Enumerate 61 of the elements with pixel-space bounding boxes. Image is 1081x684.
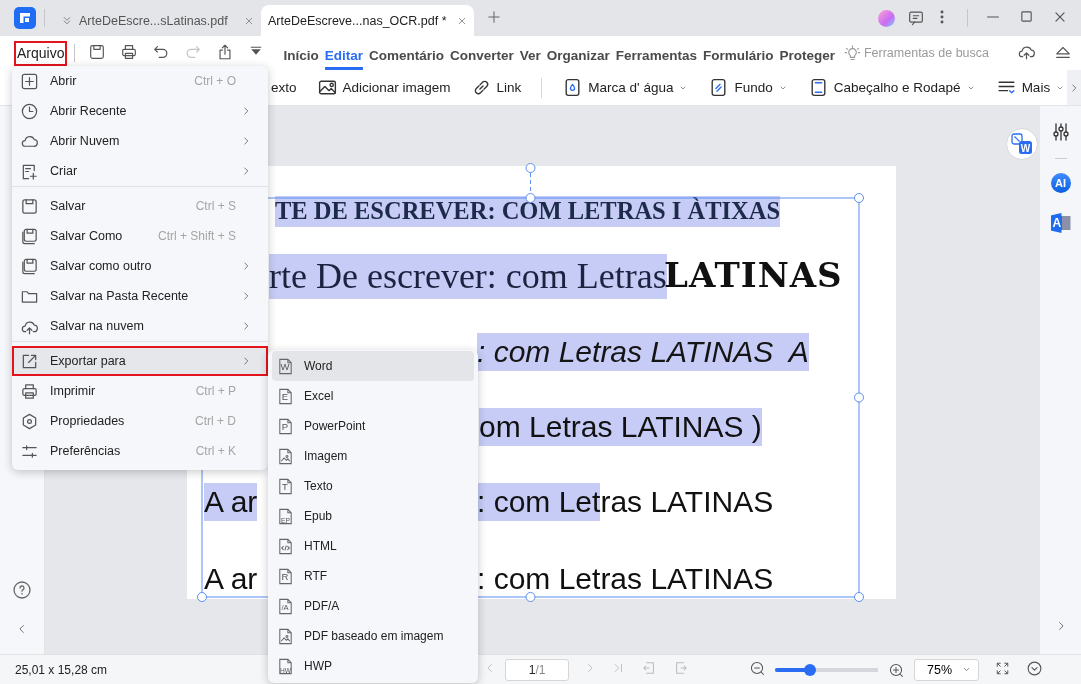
document-tab[interactable]: ArteDeEscreve...nas_OCR.pdf * bbox=[261, 5, 474, 36]
menu-item[interactable]: Abrir Recente bbox=[12, 96, 268, 126]
toolbar-button[interactable]: Marca d' água bbox=[562, 77, 689, 98]
menu-item[interactable]: Imagem bbox=[272, 441, 474, 471]
toolbar-button[interactable]: Fundo bbox=[708, 77, 788, 98]
document-text: : com Letras LATINAS A bbox=[477, 333, 809, 371]
menu-item[interactable]: Abrir Nuvem bbox=[12, 126, 268, 156]
page-size-text: 25,01 x 15,28 cm bbox=[15, 662, 108, 677]
toolbar-button[interactable]: Adicionar imagem bbox=[316, 77, 451, 98]
toolbar-button[interactable]: Mais bbox=[995, 77, 1066, 98]
translate-button[interactable]: A bbox=[1050, 213, 1071, 233]
menu-item[interactable]: E Excel bbox=[272, 381, 474, 411]
menu-item[interactable]: Salvar como outro bbox=[12, 251, 268, 281]
shortcut-text: Ctrl + D bbox=[195, 414, 236, 428]
menu-item[interactable]: T Texto bbox=[272, 471, 474, 501]
shortcut-text: Ctrl + Shift + S bbox=[157, 229, 236, 243]
ribbon-tab[interactable]: Início bbox=[283, 36, 319, 70]
ribbon-tab[interactable]: Organizar bbox=[546, 36, 610, 70]
menu-item[interactable]: R RTF bbox=[272, 561, 474, 591]
document-text: om Letras LATINAS ) bbox=[479, 408, 762, 446]
shortcut-text: Ctrl + S bbox=[195, 199, 236, 213]
menu-item[interactable]: Salvar na nuvem bbox=[12, 311, 268, 341]
menu-item[interactable]: /A PDF/A bbox=[272, 591, 474, 621]
menu-item[interactable]: Abrir Ctrl + O bbox=[12, 66, 268, 96]
menu-item[interactable]: Salvar na Pasta Recente bbox=[12, 281, 268, 311]
menu-item[interactable]: Salvar Como Ctrl + Shift + S bbox=[12, 221, 268, 251]
ribbon-tab[interactable]: Editar bbox=[324, 36, 363, 70]
page-number-field[interactable]: 1/1 bbox=[505, 658, 570, 681]
menu-item[interactable]: PDF baseado em imagem bbox=[272, 621, 474, 651]
document-text: : com Let bbox=[477, 483, 601, 521]
ribbon-tab[interactable]: Ver bbox=[519, 36, 541, 70]
ribbon-tab[interactable]: Converter bbox=[450, 36, 514, 70]
menu-item[interactable]: Exportar para bbox=[12, 346, 268, 376]
menu-item[interactable]: Salvar Ctrl + S bbox=[12, 191, 268, 221]
document-text: ras LATINAS bbox=[600, 484, 774, 520]
toolbar-button[interactable]: Cabeçalho e Rodapé bbox=[807, 77, 976, 98]
menu-item[interactable]: Imprimir Ctrl + P bbox=[12, 376, 268, 406]
document-text: A ar bbox=[204, 561, 258, 597]
menu-item[interactable]: Preferências Ctrl + K bbox=[12, 436, 268, 466]
menu-item[interactable]: P PowerPoint bbox=[272, 411, 474, 441]
menu-item[interactable]: Criar bbox=[12, 156, 268, 186]
ai-button[interactable]: AI bbox=[1050, 173, 1071, 193]
document-text: LATINAS bbox=[664, 254, 843, 297]
document-text: : com Letras LATINAS bbox=[477, 561, 774, 597]
shortcut-text: Ctrl + O bbox=[194, 74, 236, 88]
menu-item[interactable]: W Word bbox=[272, 351, 474, 381]
document-text: TE DE ESCREVER: COM LETRAS I ÀTIXAS bbox=[275, 196, 781, 227]
toolbar-button[interactable]: Link bbox=[470, 77, 522, 98]
toolbar-button[interactable]: exto bbox=[271, 80, 297, 95]
zoom-dropdown[interactable]: 75% bbox=[914, 658, 980, 681]
ribbon-tab[interactable]: Formulário bbox=[702, 36, 774, 70]
menu-item[interactable]: HTML bbox=[272, 531, 474, 561]
document-text: A ar bbox=[204, 483, 258, 521]
ribbon-tab[interactable]: Proteger bbox=[779, 36, 835, 70]
ribbon-tab[interactable]: Comentário bbox=[369, 36, 444, 70]
ribbon-tab[interactable]: Ferramentas bbox=[615, 36, 697, 70]
menu-item[interactable]: Propriedades Ctrl + D bbox=[12, 406, 268, 436]
shortcut-text: Ctrl + P bbox=[195, 384, 236, 398]
document-tab[interactable]: ArteDeEscre...sLatinas.pdf bbox=[53, 5, 261, 36]
file-menu-button[interactable]: Arquivo bbox=[14, 40, 68, 66]
shortcut-text: Ctrl + K bbox=[195, 444, 236, 458]
